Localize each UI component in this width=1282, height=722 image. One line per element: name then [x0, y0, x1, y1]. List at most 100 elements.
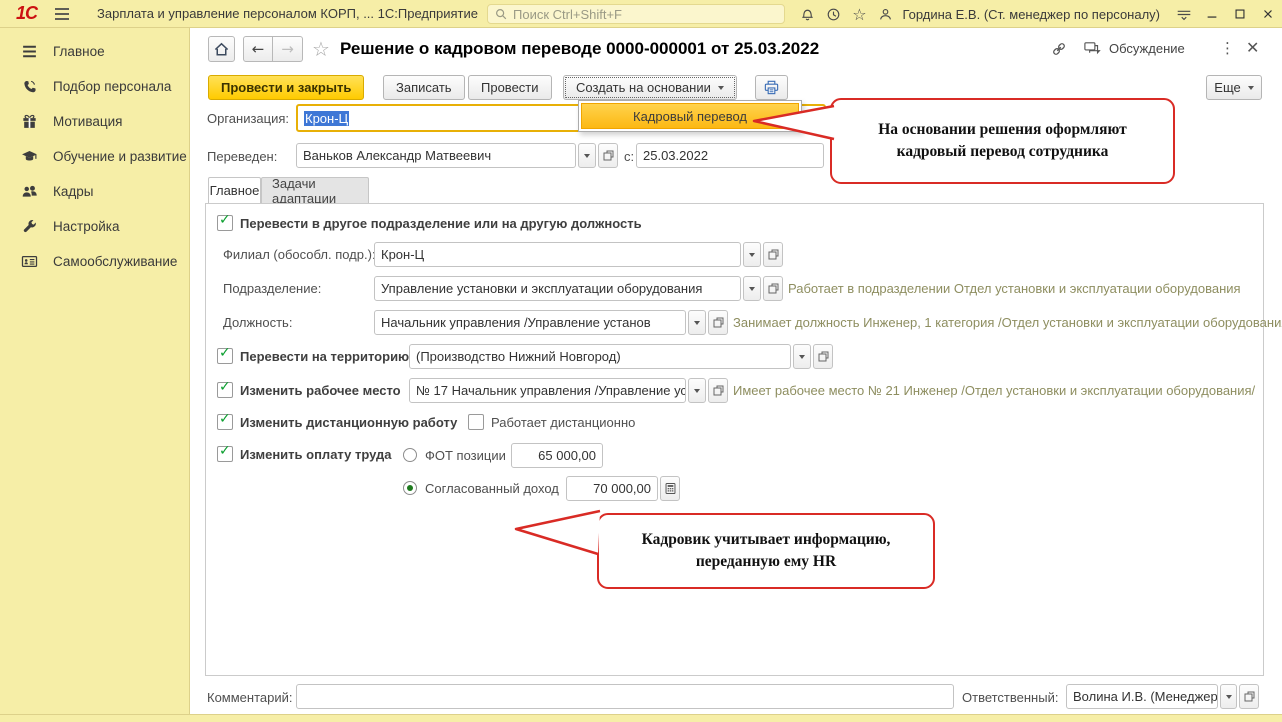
id-card-icon — [21, 253, 38, 270]
post-and-close-button[interactable]: Провести и закрыть — [208, 75, 364, 100]
calculator-button[interactable] — [660, 476, 680, 501]
sidebar-item-self-service[interactable]: Самообслуживание — [0, 244, 189, 279]
user-icon[interactable] — [872, 3, 898, 25]
position-hint: Занимает должность Инженер, 1 категория … — [733, 315, 1282, 330]
chevron-down-icon — [584, 154, 590, 158]
remote-checkbox-label: Изменить дистанционную работу — [240, 415, 457, 430]
service-menu-icon[interactable] — [1170, 2, 1198, 26]
agreed-amount-field[interactable]: 70 000,00 — [566, 476, 658, 501]
responsible-open-button[interactable] — [1239, 684, 1259, 709]
notifications-bell-icon[interactable] — [794, 3, 820, 25]
territory-checkbox[interactable]: ✓ — [217, 348, 233, 364]
get-link-icon[interactable] — [1050, 40, 1068, 61]
close-window-button[interactable] — [1254, 2, 1282, 26]
current-user[interactable]: Гордина Е.В. (Ст. менеджер по персоналу) — [902, 7, 1160, 22]
maximize-button[interactable] — [1226, 2, 1254, 26]
branch-dropdown-button[interactable] — [743, 242, 761, 267]
works-remotely-checkbox[interactable] — [468, 414, 484, 430]
global-search-input[interactable]: Поиск Ctrl+Shift+F — [487, 4, 785, 24]
write-button[interactable]: Записать — [383, 75, 465, 100]
salary-checkbox-label: Изменить оплату труда — [240, 447, 391, 462]
transferred-open-button[interactable] — [598, 143, 618, 168]
more-button[interactable]: Еще — [1206, 75, 1262, 100]
organization-label: Организация: — [207, 111, 289, 126]
territory-open-button[interactable] — [813, 344, 833, 369]
post-button[interactable]: Провести — [468, 75, 552, 100]
discussion-button[interactable]: Обсуждение — [1083, 40, 1185, 56]
search-icon — [494, 7, 508, 21]
workplace-field[interactable]: № 17 Начальник управления /Управление ус — [409, 378, 686, 403]
fot-radio[interactable] — [403, 448, 417, 462]
callout-hr-info: Кадровик учитывает информацию, переданну… — [597, 513, 935, 589]
date-from-field[interactable]: 25.03.2022 — [636, 143, 824, 168]
minimize-button[interactable] — [1198, 2, 1226, 26]
remote-checkbox[interactable]: ✓ — [217, 414, 233, 430]
comment-field[interactable] — [296, 684, 954, 709]
transferred-field[interactable]: Ваньков Александр Матвеевич — [296, 143, 576, 168]
transfer-checkbox[interactable]: ✓ — [217, 215, 233, 231]
territory-dropdown-button[interactable] — [793, 344, 811, 369]
close-form-icon[interactable]: ✕ — [1246, 38, 1259, 57]
nav-buttons: ← → — [243, 36, 303, 62]
salary-checkbox[interactable]: ✓ — [217, 446, 233, 462]
main-tab-panel: ✓ Перевести в другое подразделение или н… — [205, 203, 1264, 676]
chevron-down-icon — [749, 287, 755, 291]
transferred-dropdown-button[interactable] — [578, 143, 596, 168]
date-from-value: 25.03.2022 — [643, 148, 708, 163]
branch-field[interactable]: Крон-Ц — [374, 242, 741, 267]
sidebar-item-motivation[interactable]: Мотивация — [0, 104, 189, 139]
tab-main[interactable]: Главное — [208, 177, 261, 203]
sidebar-item-hr[interactable]: Кадры — [0, 174, 189, 209]
wrench-icon — [21, 218, 38, 235]
workplace-dropdown-button[interactable] — [688, 378, 706, 403]
responsible-field[interactable]: Волина И.В. (Менеджер г — [1066, 684, 1218, 709]
fot-radio-label: ФОТ позиции — [425, 448, 506, 463]
sidebar-item-recruiting[interactable]: Подбор персонала — [0, 69, 189, 104]
main-menu-icon[interactable] — [49, 3, 75, 25]
sidebar-item-training[interactable]: Обучение и развитие — [0, 139, 189, 174]
menu-icon — [21, 43, 38, 60]
history-icon[interactable] — [820, 3, 846, 25]
tab-adaptation-tasks[interactable]: Задачи адаптации — [261, 177, 369, 203]
sidebar-item-settings[interactable]: Настройка — [0, 209, 189, 244]
position-open-button[interactable] — [708, 310, 728, 335]
chevron-down-icon — [694, 389, 700, 393]
callout-tail — [750, 103, 836, 143]
sidebar-item-label: Главное — [53, 44, 105, 59]
sidebar-item-main[interactable]: Главное — [0, 34, 189, 69]
position-dropdown-button[interactable] — [688, 310, 706, 335]
territory-checkbox-label: Перевести на территорию — [240, 349, 409, 364]
chevron-down-icon — [1248, 86, 1254, 90]
workplace-open-button[interactable] — [708, 378, 728, 403]
transfer-checkbox-label: Перевести в другое подразделение или на … — [240, 216, 642, 231]
fot-amount-field[interactable]: 65 000,00 — [511, 443, 603, 468]
open-icon — [1244, 691, 1255, 702]
favorites-star-icon[interactable]: ☆ — [846, 3, 872, 25]
more-dots-icon[interactable]: ⋮ — [1220, 39, 1235, 57]
workplace-checkbox[interactable]: ✓ — [217, 382, 233, 398]
open-icon — [713, 317, 724, 328]
department-dropdown-button[interactable] — [743, 276, 761, 301]
home-button[interactable] — [208, 36, 235, 62]
create-based-on-button[interactable]: Создать на основании — [563, 75, 737, 100]
discussion-label: Обсуждение — [1109, 41, 1185, 56]
bottom-strip — [0, 714, 1282, 722]
titlebar-right: ☆ Гордина Е.В. (Ст. менеджер по персонал… — [794, 0, 1282, 28]
branch-open-button[interactable] — [763, 242, 783, 267]
chevron-down-icon — [694, 321, 700, 325]
document-form: ← → ☆ Решение о кадровом переводе 0000-0… — [190, 28, 1282, 714]
department-open-button[interactable] — [763, 276, 783, 301]
print-button[interactable] — [755, 75, 788, 100]
sidebar: Главное Подбор персонала Мотивация Обуче… — [0, 28, 190, 722]
favorite-star-icon[interactable]: ☆ — [312, 37, 330, 61]
back-button[interactable]: ← — [243, 36, 273, 62]
agreed-income-radio[interactable] — [403, 481, 417, 495]
department-field[interactable]: Управление установки и эксплуатации обор… — [374, 276, 741, 301]
territory-field[interactable]: (Производство Нижний Новгород) — [409, 344, 791, 369]
forward-button[interactable]: → — [273, 36, 303, 62]
chevron-down-icon — [718, 86, 724, 90]
responsible-dropdown-button[interactable] — [1220, 684, 1237, 709]
position-field[interactable]: Начальник управления /Управление установ — [374, 310, 686, 335]
open-icon — [768, 283, 779, 294]
gift-icon — [21, 113, 38, 130]
